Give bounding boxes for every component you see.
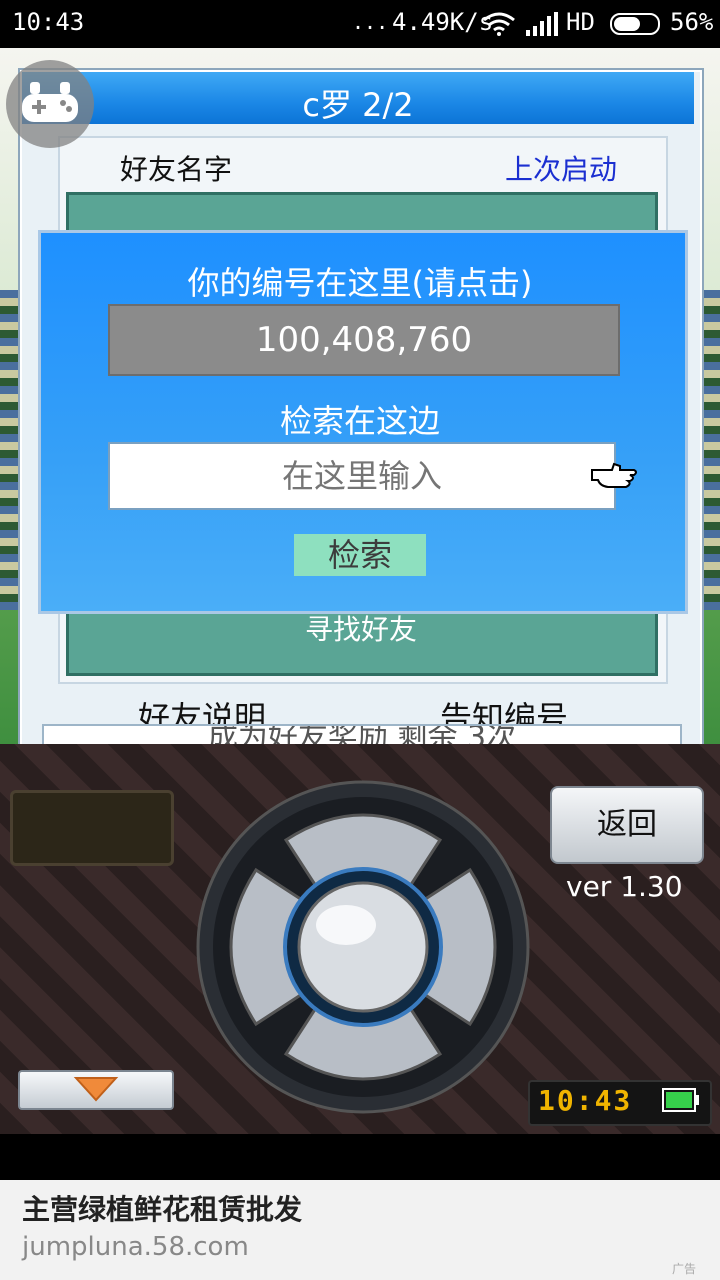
- ad-title[interactable]: 主营绿植鲜花租赁批发: [22, 1188, 302, 1228]
- game-battery-icon: [662, 1088, 699, 1112]
- battery-icon: [610, 13, 660, 35]
- find-friend-button[interactable]: 寻找好友: [66, 608, 656, 648]
- column-header-last-launch[interactable]: 上次启动: [505, 148, 617, 188]
- controller-glyph-icon: [22, 82, 78, 122]
- search-button[interactable]: 检索: [294, 534, 426, 576]
- column-header-name: 好友名字: [120, 153, 233, 186]
- version-label: ver 1.30: [566, 870, 683, 903]
- back-button[interactable]: 返回: [550, 786, 704, 864]
- status-time: 10:43: [12, 8, 85, 36]
- network-speed: 4.49K/s: [392, 8, 494, 36]
- network-type: HD: [566, 8, 595, 36]
- ad-url[interactable]: jumpluna.58.com: [22, 1232, 249, 1262]
- ad-tag: 广告: [672, 1262, 697, 1276]
- search-hint: 检索在这边: [279, 402, 440, 440]
- menu-toggle-button[interactable]: [18, 1070, 174, 1110]
- battery-percent: 56%: [670, 8, 714, 36]
- status-bar: 10:43 ... 4.49K/s HD 56%: [0, 0, 720, 48]
- popup-title: 你的编号在这里(请点击): [187, 264, 533, 302]
- search-input[interactable]: [108, 442, 616, 510]
- dpad-control[interactable]: [196, 780, 530, 1114]
- gamepad-icon[interactable]: [6, 60, 94, 148]
- status-dots: ...: [352, 10, 389, 34]
- game-clock-time: 10:43: [538, 1084, 633, 1117]
- player-id-box[interactable]: 100,408,760: [108, 304, 620, 376]
- wifi-icon: [483, 12, 515, 36]
- ad-spacer: [0, 1134, 720, 1180]
- dpad-center-button[interactable]: [297, 881, 429, 1013]
- stadium-crowd-left: [0, 290, 20, 610]
- controller-display: [10, 790, 174, 866]
- down-triangle-icon: [73, 1077, 119, 1102]
- pointing-hand-icon: [591, 462, 637, 488]
- dialog-title: c罗 2/2: [302, 86, 414, 124]
- signal-icon: [526, 12, 558, 36]
